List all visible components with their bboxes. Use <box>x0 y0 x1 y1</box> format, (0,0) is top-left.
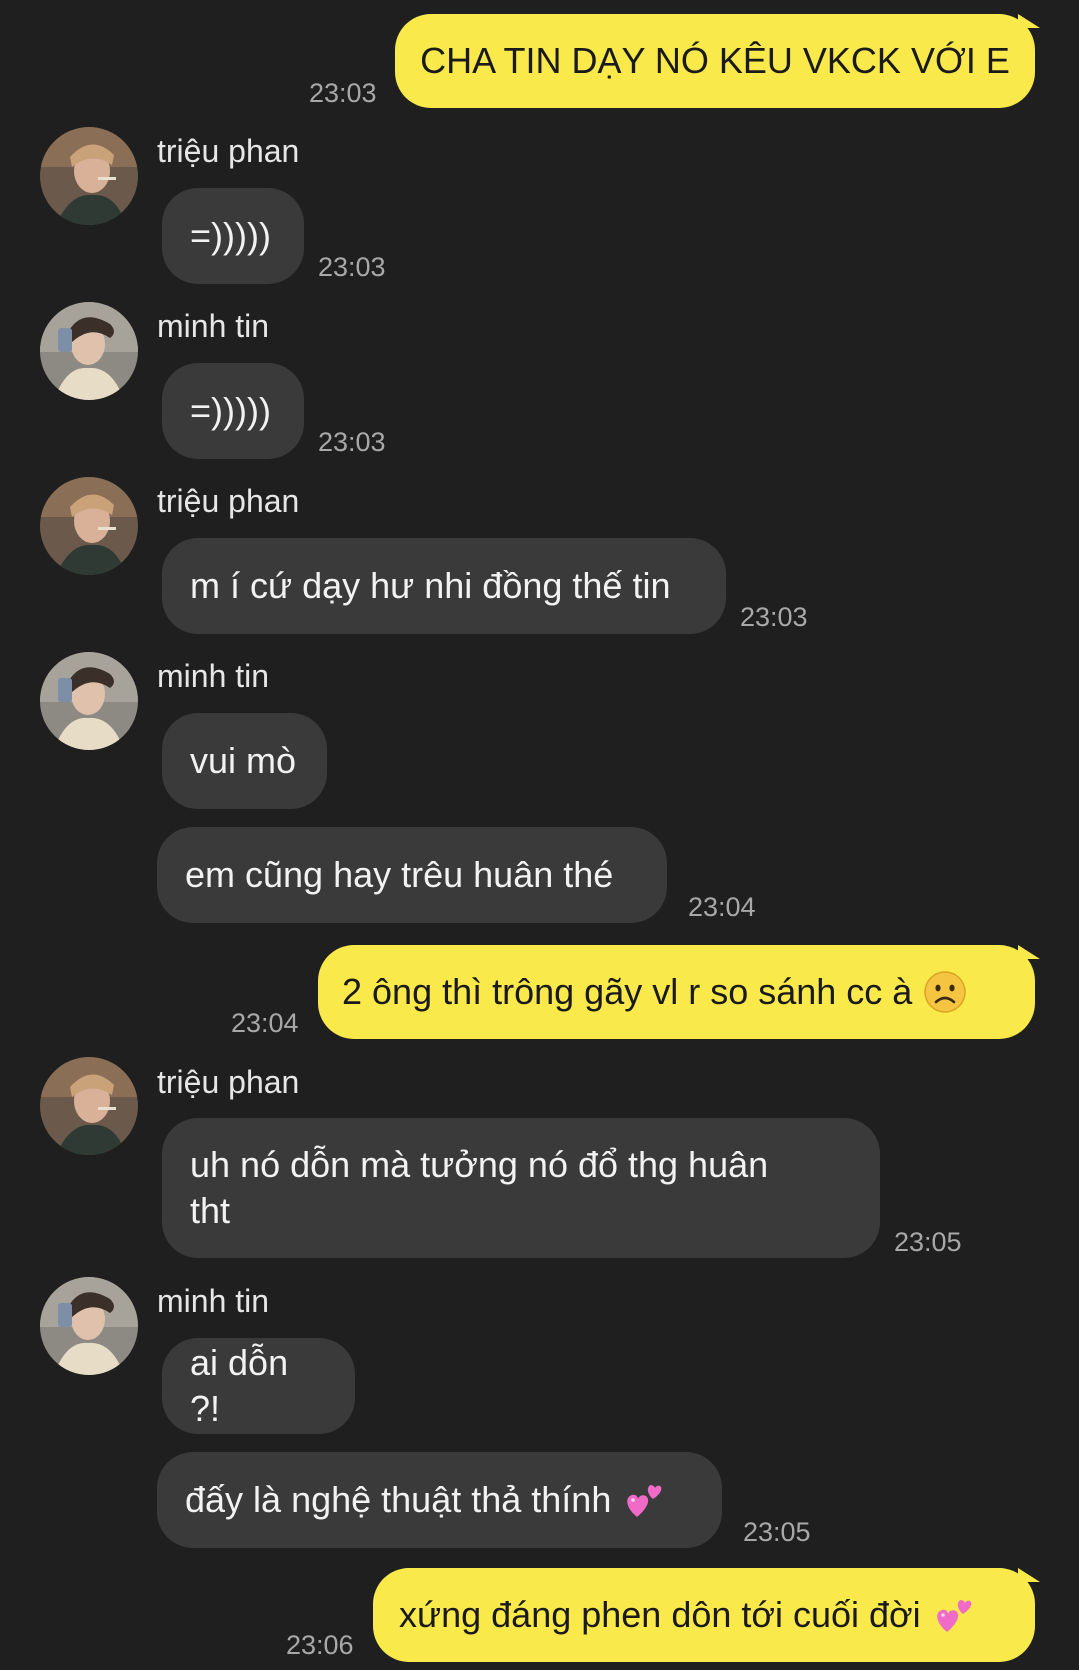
message-text: đấy là nghệ thuật thả thính <box>185 1479 612 1520</box>
incoming-bubble[interactable]: m í cứ dạy hư nhi đồng thế tin <box>162 538 726 634</box>
avatar-minh-tin[interactable] <box>40 1277 138 1375</box>
message-time: 23:04 <box>231 1008 299 1038</box>
incoming-bubble[interactable]: vui mò <box>162 713 327 809</box>
avatar-minh-tin-image <box>40 302 138 400</box>
message-time: 23:03 <box>740 602 808 632</box>
bubble-tail <box>1018 1568 1040 1582</box>
message-text: =))))) <box>190 390 271 431</box>
message-text-line2: tht <box>190 1190 231 1231</box>
incoming-bubble[interactable]: đấy là nghệ thuật thả thính <box>157 1452 722 1548</box>
avatar-trieu-phan[interactable] <box>40 127 138 225</box>
outgoing-bubble[interactable]: xứng đáng phen dôn tới cuối đời <box>373 1568 1035 1662</box>
message-text: xứng đáng phen dôn tới cuối đời <box>399 1594 921 1635</box>
message-time: 23:03 <box>318 427 386 457</box>
message-text: =))))) <box>190 215 271 256</box>
two-hearts-icon <box>627 1485 662 1517</box>
sender-name: triệu phan <box>157 133 300 169</box>
avatar-trieu-phan[interactable] <box>40 477 138 575</box>
avatar-trieu-phan-image <box>40 127 138 225</box>
message-time: 23:04 <box>688 892 756 922</box>
message-text: 2 ông thì trông gãy vl r so sánh cc à <box>342 971 913 1012</box>
message-time: 23:05 <box>894 1227 962 1257</box>
avatar-minh-tin[interactable] <box>40 302 138 400</box>
sender-name: triệu phan <box>157 1064 300 1100</box>
message-time: 23:03 <box>318 252 386 282</box>
two-hearts-icon <box>936 1600 971 1632</box>
avatar-minh-tin[interactable] <box>40 652 138 750</box>
incoming-bubble[interactable]: uh nó dỗn mà tưởng nó đổ thg huân tht <box>162 1118 880 1258</box>
outgoing-bubble[interactable]: 2 ông thì trông gãy vl r so sánh cc à <box>318 945 1035 1039</box>
incoming-bubble[interactable]: =))))) <box>162 188 304 284</box>
frowning-face-icon <box>924 971 967 1013</box>
message-text: em cũng hay trêu huân thé <box>185 854 614 895</box>
incoming-bubble[interactable]: =))))) <box>162 363 304 459</box>
avatar-minh-tin-image <box>40 1277 138 1375</box>
message-time: 23:05 <box>743 1517 811 1547</box>
message-text: vui mò <box>190 740 297 781</box>
message-time: 23:06 <box>286 1630 354 1660</box>
message-text-line1: uh nó dỗn mà tưởng nó đổ thg huân <box>190 1144 769 1185</box>
message-time: 23:03 <box>309 78 377 108</box>
message-text: CHA TIN DẠY NÓ KÊU VKCK VỚI E <box>420 40 1010 81</box>
bubble-tail <box>1018 945 1040 959</box>
sender-name: minh tin <box>157 1283 270 1319</box>
message-text: ai dỗn ?! <box>190 1342 289 1429</box>
avatar-trieu-phan-image <box>40 477 138 575</box>
incoming-bubble[interactable]: ai dỗn ?! <box>162 1338 355 1434</box>
incoming-bubble[interactable]: em cũng hay trêu huân thé <box>157 827 667 923</box>
bubble-tail <box>1018 14 1040 28</box>
sender-name: minh tin <box>157 658 270 694</box>
message-text: m í cứ dạy hư nhi đồng thế tin <box>190 565 671 606</box>
chat-thread: CHA TIN DẠY NÓ KÊU VKCK VỚI E 23:03 triệ… <box>0 0 1079 1670</box>
avatar-trieu-phan-image <box>40 1057 138 1155</box>
outgoing-bubble[interactable]: CHA TIN DẠY NÓ KÊU VKCK VỚI E <box>395 14 1035 108</box>
sender-name: triệu phan <box>157 483 300 519</box>
avatar-minh-tin-image <box>40 652 138 750</box>
avatar-trieu-phan[interactable] <box>40 1057 138 1155</box>
sender-name: minh tin <box>157 308 270 344</box>
